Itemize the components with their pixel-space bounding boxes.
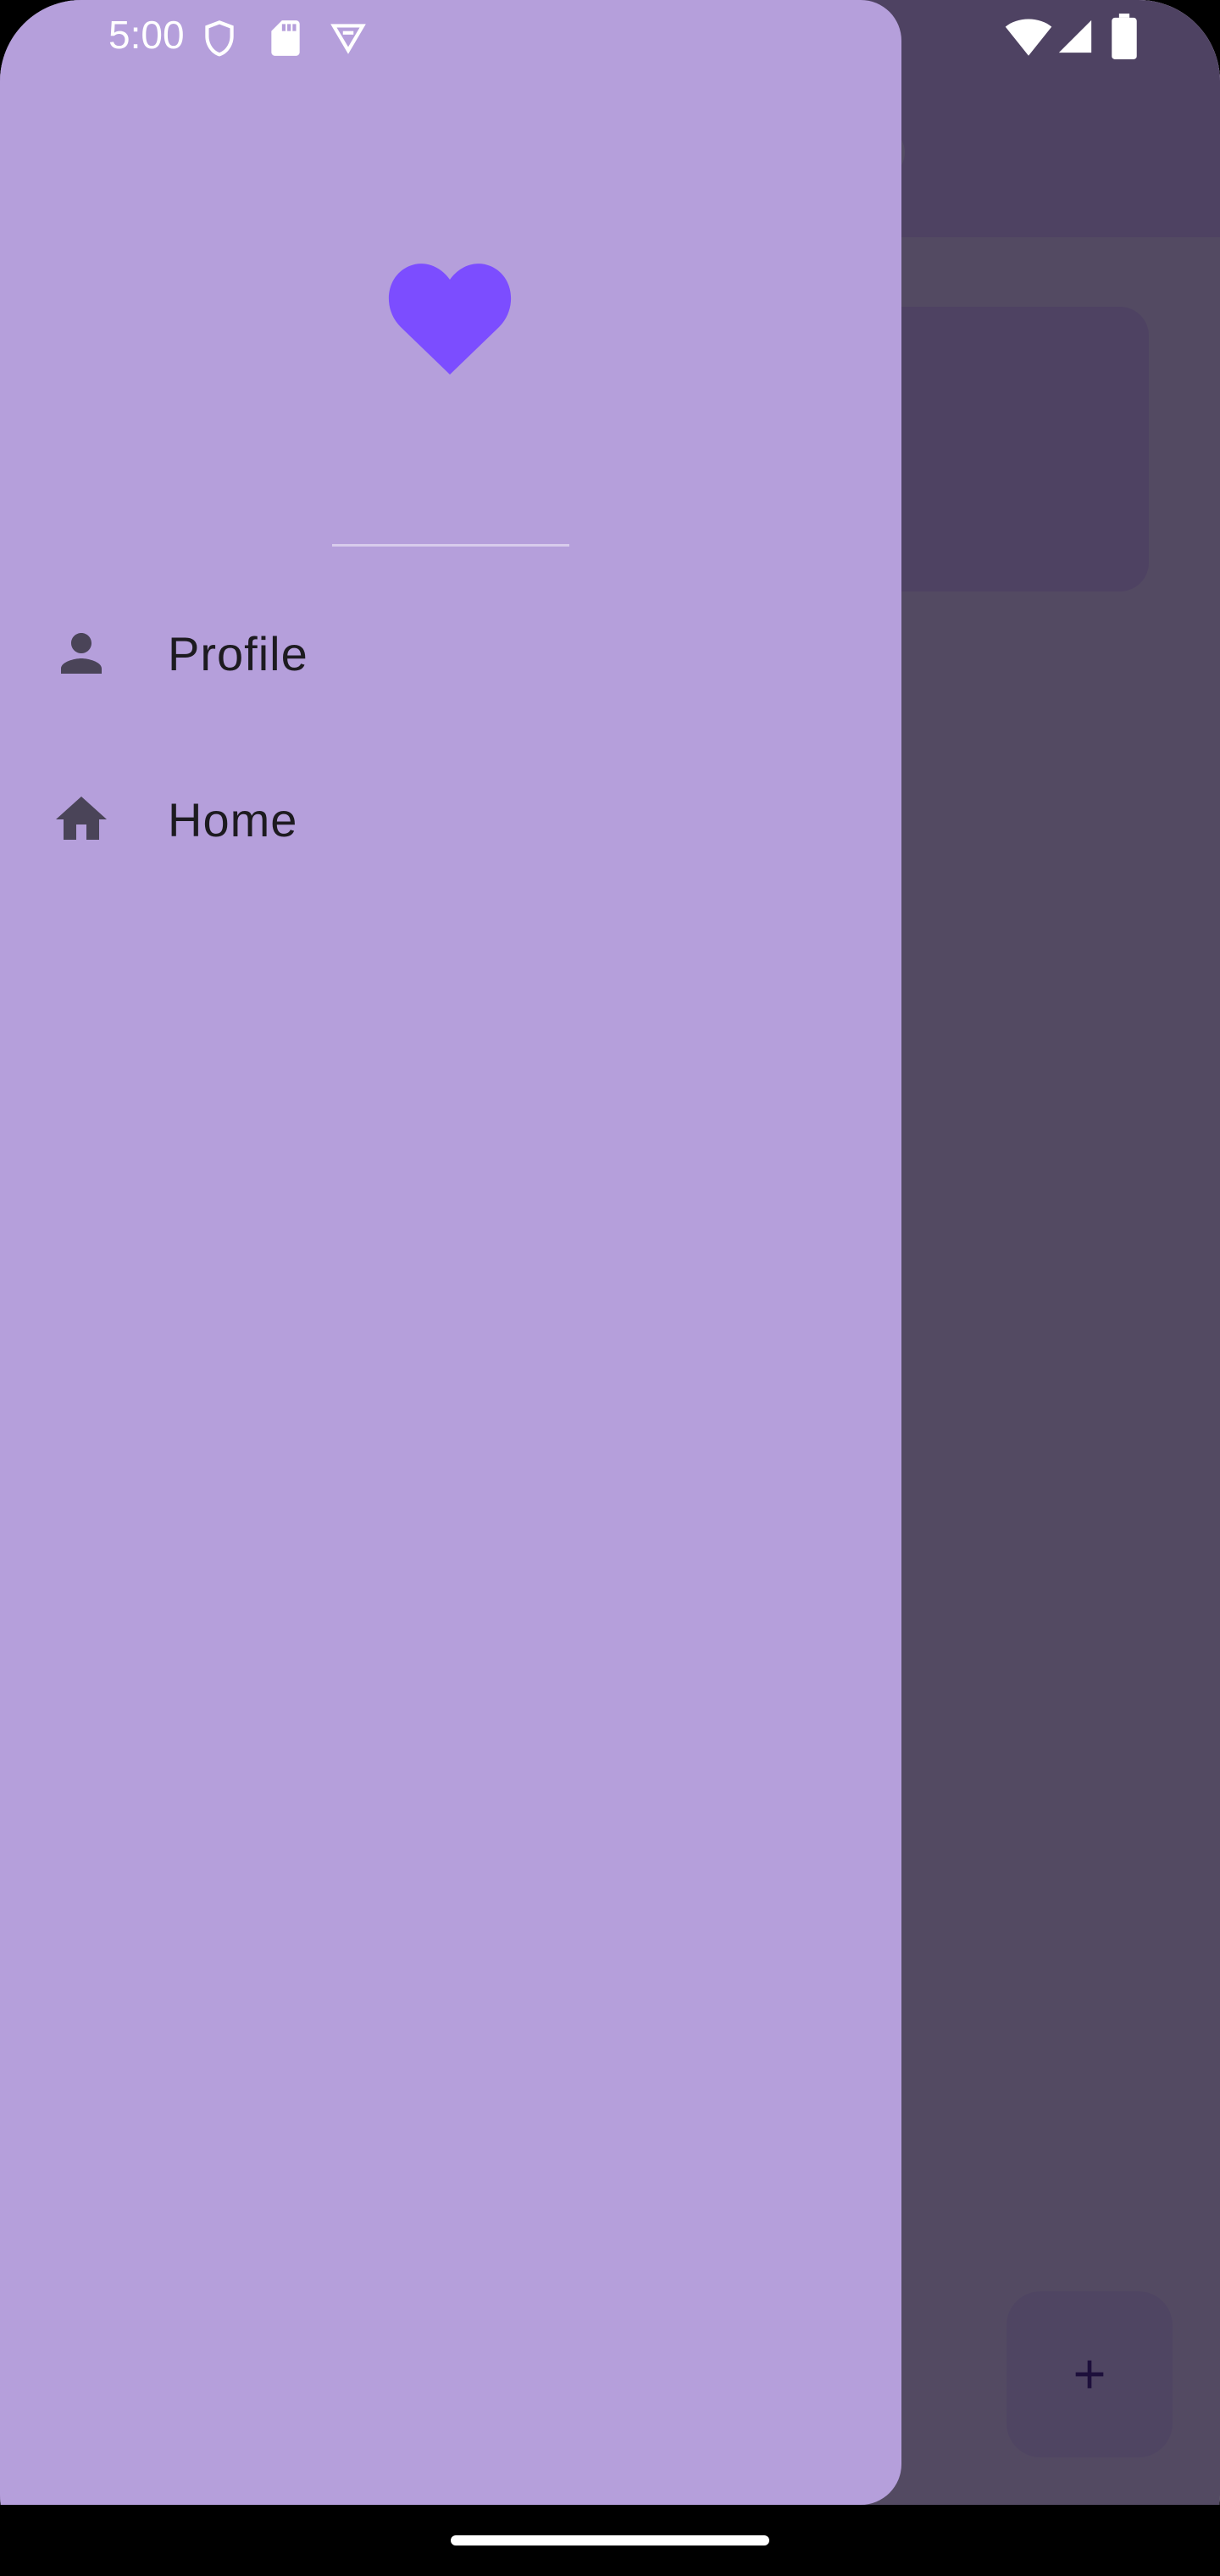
status-time: 5:00 — [108, 13, 185, 57]
drawer-item-label: Profile — [168, 626, 308, 680]
device-screen: Profile Home 5:00 — [0, 0, 1220, 2576]
shield-icon — [205, 20, 234, 57]
drawer-item-home[interactable]: Home — [0, 756, 901, 883]
signal-icon — [1058, 19, 1092, 53]
gesture-handle[interactable] — [451, 2535, 769, 2545]
battery-icon — [1112, 14, 1137, 59]
drawer-divider — [332, 544, 569, 547]
wifi-icon — [1005, 19, 1052, 56]
status-bar: 5:00 — [0, 0, 1220, 76]
sd-card-icon — [271, 20, 300, 56]
drawer-item-profile[interactable]: Profile — [0, 590, 901, 717]
home-icon — [51, 789, 112, 850]
navigation-drawer: Profile Home — [0, 0, 901, 2505]
person-icon — [51, 623, 112, 684]
navigation-bar — [0, 2505, 1220, 2576]
vpn-icon — [330, 24, 366, 54]
drawer-item-label: Home — [168, 792, 298, 847]
heart-icon — [388, 264, 512, 375]
